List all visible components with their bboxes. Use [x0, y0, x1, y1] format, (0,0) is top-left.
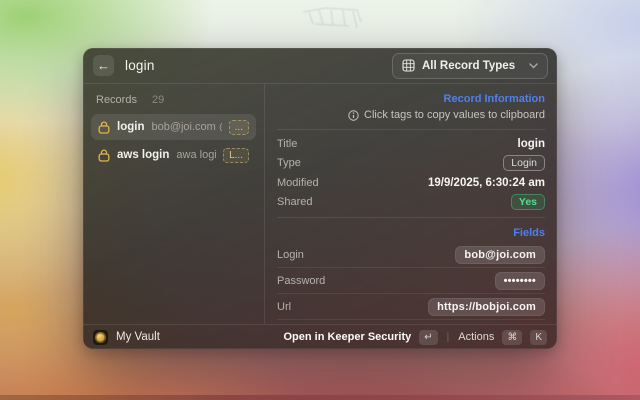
- keeper-logo-emblem: [95, 332, 106, 343]
- filter-selected-value: All Record Types: [422, 60, 522, 72]
- field-value: 19/9/2025, 6:30:24 am: [428, 177, 545, 189]
- open-in-keeper-action[interactable]: Open in Keeper Security: [283, 331, 411, 343]
- record-list-item[interactable]: aws login awa login email L...: [91, 142, 256, 168]
- record-tag-badge[interactable]: L...: [223, 148, 249, 163]
- vault-label: My Vault: [116, 331, 160, 343]
- password-value-tag[interactable]: ••••••••: [495, 272, 545, 290]
- record-information-header: Record Information: [277, 84, 545, 108]
- field-label: Shared: [277, 196, 312, 208]
- modified-row: Modified 19/9/2025, 6:30:24 am: [277, 173, 545, 193]
- search-bar: ← login All Record Types: [83, 48, 557, 84]
- search-query-text[interactable]: login: [125, 58, 155, 73]
- clipboard-hint-text: Click tags to copy values to clipboard: [364, 109, 545, 121]
- record-subtitle: bob@joi.com @ htt...: [151, 121, 221, 133]
- record-types-grid-icon: [402, 59, 415, 72]
- record-subtitle: awa login email: [176, 149, 216, 161]
- clipboard-hint: Click tags to copy values to clipboard: [277, 108, 545, 129]
- field-label: Modified: [277, 177, 319, 189]
- password-field-row: Password ••••••••: [277, 268, 545, 294]
- keeper-quick-search-window: ← login All Record Types: [83, 48, 557, 349]
- record-title: aws login: [117, 149, 169, 161]
- fields-header: Fields: [277, 218, 545, 242]
- back-button[interactable]: ←: [93, 55, 114, 76]
- footer-divider: |: [446, 332, 451, 343]
- info-icon: [348, 110, 359, 121]
- window-body: Records 29 login bob@joi.com @ htt... ..…: [83, 84, 557, 324]
- actions-menu-trigger[interactable]: Actions: [458, 331, 494, 343]
- lock-icon: [98, 149, 110, 162]
- back-arrow-icon: ←: [97, 58, 110, 73]
- k-key-badge: K: [530, 330, 547, 345]
- type-badge[interactable]: Login: [503, 155, 545, 171]
- results-panel: Records 29 login bob@joi.com @ htt... ..…: [83, 84, 265, 324]
- record-type-filter-dropdown[interactable]: All Record Types: [392, 53, 548, 79]
- field-value: login: [518, 138, 545, 150]
- records-count: 29: [152, 94, 164, 106]
- field-label: Login: [277, 249, 304, 261]
- chevron-down-icon: [529, 63, 538, 69]
- login-field-row: Login bob@joi.com: [277, 242, 545, 268]
- records-label: Records: [96, 94, 137, 106]
- url-field-row: Url https://bobjoi.com: [277, 294, 545, 320]
- record-info-rows: Title login Type Login Modified 19/9/202…: [277, 130, 545, 217]
- record-title: login: [117, 121, 144, 133]
- record-detail-panel: Record Information Click tags to copy va…: [265, 84, 557, 324]
- title-row: Title login: [277, 134, 545, 154]
- record-list-item[interactable]: login bob@joi.com @ htt... ...: [91, 114, 256, 140]
- url-value-tag[interactable]: https://bobjoi.com: [428, 298, 545, 316]
- records-section-header: Records 29: [83, 91, 264, 114]
- type-row: Type Login: [277, 154, 545, 174]
- field-label: Url: [277, 301, 291, 313]
- shared-row: Shared Yes: [277, 193, 545, 213]
- lock-icon: [98, 121, 110, 134]
- field-label: Password: [277, 275, 325, 287]
- command-key-badge: ⌘: [502, 330, 522, 345]
- field-label: Title: [277, 138, 297, 150]
- record-tag-badge[interactable]: ...: [229, 120, 249, 135]
- login-value-tag[interactable]: bob@joi.com: [455, 246, 545, 264]
- keeper-logo: [93, 330, 108, 345]
- footer-bar: My Vault Open in Keeper Security ↵ | Act…: [83, 324, 557, 349]
- enter-key-badge: ↵: [419, 330, 437, 345]
- wallpaper-watermark: [295, 2, 370, 34]
- shared-badge[interactable]: Yes: [511, 194, 545, 210]
- desktop-wallpaper: ← login All Record Types: [0, 0, 640, 400]
- field-label: Type: [277, 157, 301, 169]
